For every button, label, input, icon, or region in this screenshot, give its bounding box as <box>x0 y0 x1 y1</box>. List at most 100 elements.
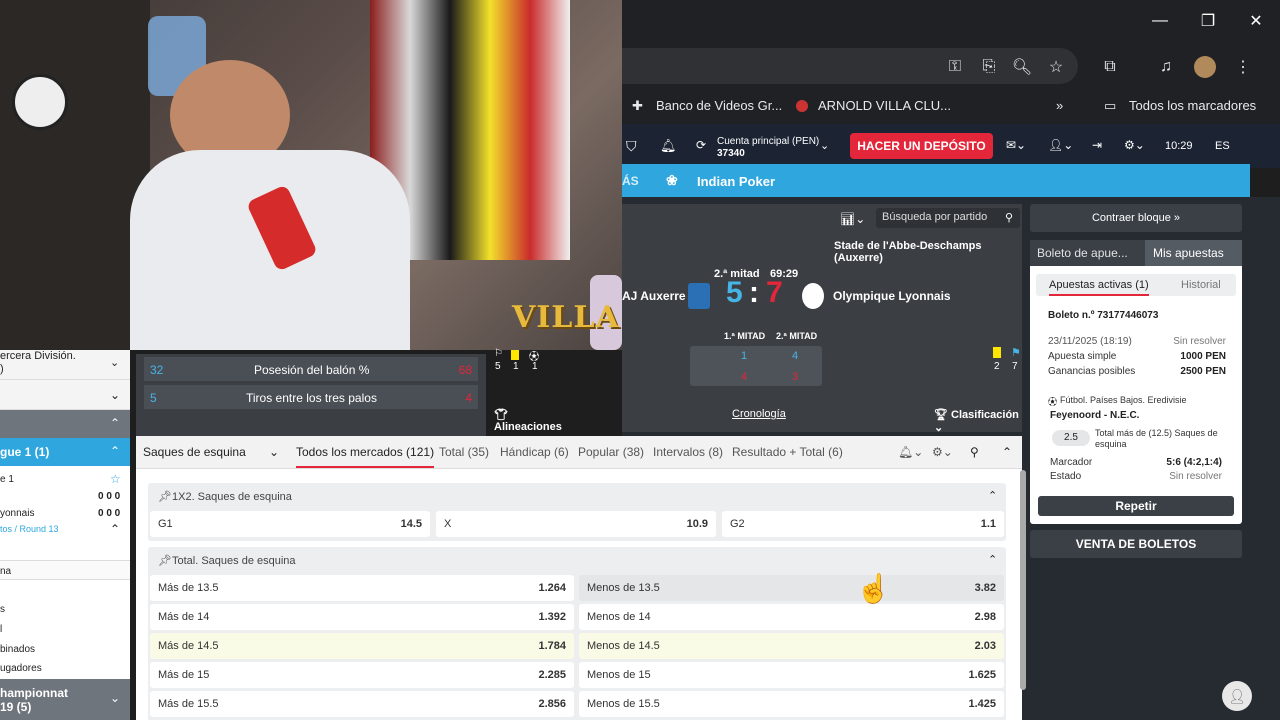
chevron-up-icon[interactable]: ⌃ <box>988 489 997 502</box>
away-team[interactable]: Olympique Lyonnais <box>833 289 951 303</box>
all-bookmarks[interactable]: Todos los marcadores <box>1129 98 1256 113</box>
gear-icon[interactable]: ⚙⌄ <box>1124 138 1145 152</box>
chevron-up-icon[interactable]: ⌃ <box>110 416 120 430</box>
tab-popular[interactable]: Popular (38) <box>578 445 644 459</box>
menu-item[interactable]: binados <box>0 644 35 655</box>
language-select[interactable]: ES <box>1215 140 1230 152</box>
league-active[interactable]: gue 1 (1) ⌃ <box>0 438 130 466</box>
address-bar[interactable] <box>622 48 1078 84</box>
star-icon[interactable]: ☆ <box>1045 56 1067 78</box>
odd-cell[interactable]: Menos de 15.5 1.425 <box>579 691 1004 717</box>
scrollbar[interactable] <box>1020 470 1026 690</box>
nav-item-indian-poker[interactable]: Indian Poker <box>697 174 775 189</box>
menu-icon[interactable]: ⋮ <box>1232 56 1254 78</box>
tab-handicap[interactable]: Hándicap (6) <box>500 445 569 459</box>
chevron-up-icon[interactable]: ⌃ <box>110 522 120 536</box>
mail-icon[interactable]: ✉⌄ <box>1006 138 1026 152</box>
odd-cell[interactable]: Menos de 13.5 3.82 <box>579 575 1004 601</box>
odd-cell[interactable]: Más de 14.5 1.784 <box>150 633 574 659</box>
search-input[interactable]: Búsqueda por partido <box>876 208 1020 228</box>
pin-icon[interactable]: 📌︎ <box>158 554 172 567</box>
extensions-icon[interactable]: ⧉ <box>1099 56 1121 78</box>
league-row-2[interactable]: ⌄ <box>0 380 130 410</box>
ticket-sale-button[interactable]: VENTA DE BOLETOS <box>1030 530 1242 558</box>
menu-item[interactable]: na <box>0 560 130 580</box>
tab-betslip[interactable]: Boleto de apue... <box>1037 246 1128 260</box>
webcam-overlay <box>0 0 622 350</box>
chevron-down-icon[interactable]: ⌄ <box>110 691 120 705</box>
nav-item-partial[interactable]: ÁS <box>622 174 639 188</box>
gear-icon[interactable]: ⚙⌄ <box>932 445 953 459</box>
more-bookmarks-icon[interactable]: » <box>1056 98 1063 113</box>
league-row-championnat[interactable]: hampionnat 19 (5) ⌄ <box>0 679 130 720</box>
repeat-button[interactable]: Repetir <box>1038 496 1234 516</box>
odd-cell[interactable]: Más de 15 2.285 <box>150 662 574 688</box>
odd-cell[interactable]: Más de 14 1.392 <box>150 604 574 630</box>
timeline-link[interactable]: Cronología <box>732 408 786 420</box>
bookmark-1[interactable]: Banco de Videos Gr... <box>656 98 782 113</box>
odd-cell[interactable]: Menos de 14 2.98 <box>579 604 1004 630</box>
odd-cell[interactable]: Menos de 14.5 2.03 <box>579 633 1004 659</box>
odd-cell[interactable]: Más de 13.5 1.264 <box>150 575 574 601</box>
chat-icon[interactable]: 👤︎ <box>1222 681 1252 711</box>
category-select[interactable]: Saques de esquina <box>143 445 246 459</box>
team-a-score: 0 0 0 <box>98 491 121 502</box>
shield-icon[interactable]: ⛉ <box>626 138 637 155</box>
bookmark-2[interactable]: ARNOLD VILLA CLU... <box>818 98 951 113</box>
menu-item[interactable]: ugadores <box>0 663 42 674</box>
stat-right: 68 <box>458 363 472 377</box>
menu-item[interactable]: l <box>0 624 2 635</box>
logout-icon[interactable]: ⇥ <box>1092 138 1102 152</box>
odd-cell[interactable]: Más de 15.5 2.856 <box>150 691 574 717</box>
minimize-button[interactable]: — <box>1136 0 1184 42</box>
zoom-icon[interactable]: 🔍︎ <box>1011 56 1033 78</box>
state-label: Estado <box>1050 471 1082 482</box>
deposit-button[interactable]: HACER UN DEPÓSITO <box>850 133 993 159</box>
close-button[interactable]: ✕ <box>1232 0 1280 42</box>
team-b[interactable]: yonnais <box>0 508 34 519</box>
clock-time[interactable]: 10:29 <box>1165 140 1193 152</box>
subtab-active-bets[interactable]: Apuestas activas (1) <box>1049 279 1149 296</box>
chart-icon[interactable]: 📊︎⌄ <box>840 212 865 226</box>
chevron-down-icon[interactable]: ⌄ <box>110 388 120 402</box>
restore-button[interactable]: ❐ <box>1184 0 1232 42</box>
odd-cell[interactable]: Menos de 15 1.625 <box>579 662 1004 688</box>
collapse-icon[interactable]: ⌃ <box>1002 445 1012 459</box>
chevron-up-icon[interactable]: ⌃ <box>988 553 997 566</box>
search-icon[interactable]: ⚲ <box>970 445 979 459</box>
profile-avatar[interactable] <box>1194 56 1216 78</box>
bet-status: Sin resolver <box>1173 336 1226 347</box>
refresh-icon[interactable]: ⟳ <box>696 138 706 152</box>
league-row[interactable]: ercera División. ) ⌄ <box>0 350 130 380</box>
pin-icon[interactable]: 📌︎ <box>158 490 172 503</box>
user-icon[interactable]: 👤︎⌄ <box>1048 138 1073 152</box>
media-icon[interactable]: ♫ <box>1155 56 1177 78</box>
chevron-down-icon[interactable]: ⌄ <box>820 139 829 152</box>
standings-toggle[interactable]: 🏆︎ Clasificación ⌄ <box>934 408 1022 434</box>
odd-cell[interactable]: G2 1.1 <box>722 511 1004 537</box>
search-icon[interactable]: ⚲ <box>1005 211 1013 224</box>
tab-total[interactable]: Total (35) <box>439 445 489 459</box>
home-team[interactable]: AJ Auxerre <box>622 289 686 303</box>
chevron-up-icon[interactable]: ⌃ <box>110 444 120 458</box>
bet-event[interactable]: Feyenoord - N.E.C. <box>1050 410 1139 421</box>
country-row[interactable]: ⌃ <box>0 410 130 438</box>
collapse-block-button[interactable]: Contraer bloque » <box>1030 204 1242 232</box>
chevron-down-icon[interactable]: ⌄ <box>110 356 119 369</box>
install-icon[interactable]: ⎘ <box>978 56 1000 78</box>
bell-icon[interactable]: 🔔︎⌄ <box>898 445 923 459</box>
tab-result-total[interactable]: Resultado + Total (6) <box>732 445 843 459</box>
account-label[interactable]: Cuenta principal (PEN) <box>717 136 819 147</box>
odd-cell[interactable]: X 10.9 <box>436 511 716 537</box>
subtab-history[interactable]: Historial <box>1181 279 1221 291</box>
key-icon[interactable]: ⚿ <box>944 56 966 78</box>
team-a[interactable]: e 1 <box>0 474 14 485</box>
bell-icon[interactable]: 🔔︎ <box>660 138 677 154</box>
menu-item[interactable]: s <box>0 604 5 615</box>
star-icon[interactable]: ☆ <box>110 472 121 486</box>
odd-cell[interactable]: G1 14.5 <box>150 511 430 537</box>
tab-my-bets[interactable]: Mis apuestas <box>1153 246 1224 260</box>
tab-all-markets[interactable]: Todos los mercados (121) <box>296 445 435 468</box>
tab-intervals[interactable]: Intervalos (8) <box>653 445 723 459</box>
chevron-down-icon[interactable]: ⌄ <box>269 445 279 459</box>
